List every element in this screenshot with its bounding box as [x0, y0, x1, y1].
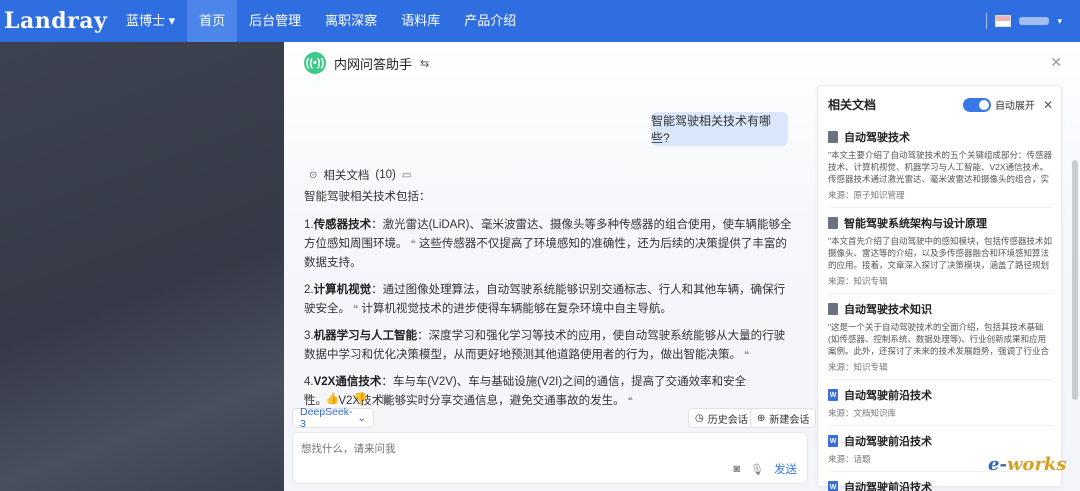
save-icon[interactable]: ▣ — [381, 392, 391, 405]
nav-item-insight[interactable]: 离职深察 — [313, 0, 389, 42]
nav-item-home[interactable]: 首页 — [187, 0, 238, 42]
plus-circle-icon: ⊕ — [757, 412, 766, 424]
close-icon[interactable]: ✕ — [1043, 98, 1053, 112]
chat-input[interactable] — [301, 443, 701, 455]
related-docs-panel: 相关文档 自动展开 ✕ 自动驾驶技术 "本文主要介绍了自动驾驶技术的五个关键组成… — [817, 85, 1062, 491]
scrollbar[interactable] — [1072, 160, 1078, 400]
chevron-down-icon: ⌄ — [357, 412, 366, 424]
send-button[interactable]: 发送 — [774, 461, 797, 477]
close-icon[interactable]: ✕ — [1050, 54, 1062, 71]
nav-item-corpus[interactable]: 语料库 — [389, 0, 452, 42]
history-button[interactable]: ◷ 历史会话 — [688, 408, 755, 428]
switch-icon[interactable]: ⇆ — [420, 57, 429, 70]
doc-list: 自动驾驶技术 "本文主要介绍了自动驾驶技术的五个关键组成部分：传感器技术、计算机… — [828, 122, 1053, 491]
auto-expand-label: 自动展开 — [994, 101, 1035, 112]
answer-intro: 智能驾驶相关技术包括： — [304, 191, 431, 203]
background-area — [0, 42, 284, 491]
answer-point: 2.计算机视觉：通过图像处理算法，自动驾驶系统能够识别交通标志、行人和其他车辆，… — [304, 284, 786, 315]
input-tools: ◙ 🎙 发送 — [733, 461, 797, 477]
answer-point: 1.传感器技术：激光雷达(LiDAR)、毫米波雷达、摄像头等多种传感器的组合使用… — [304, 219, 792, 269]
answer-actions: ⧉ 👍 👎 ▣ — [304, 392, 392, 405]
nav-item-products[interactable]: 产品介绍 — [452, 0, 528, 42]
citation-icon[interactable]: ❝ — [411, 239, 416, 250]
top-nav: Landray 蓝博士 ▾ 首页 后台管理 离职深察 语料库 产品介绍 ▾ — [0, 0, 1080, 42]
landray-logo[interactable]: Landray — [4, 8, 114, 34]
related-docs-toggle[interactable]: ⊙ 相关文档 (10) ▭ — [309, 167, 411, 183]
file-icon — [828, 131, 838, 143]
new-chat-button[interactable]: ⊕ 新建会话 — [750, 408, 817, 428]
citation-icon[interactable]: ❝ — [628, 396, 633, 407]
docs-header: 相关文档 自动展开 ✕ — [828, 96, 1053, 113]
chat-title: 内网问答助手 — [334, 56, 413, 72]
eworks-watermark: e-works — [988, 454, 1067, 475]
word-doc-icon: W — [828, 389, 838, 401]
citation-icon[interactable]: ❝ — [353, 304, 358, 315]
file-icon — [828, 303, 838, 315]
microphone-icon[interactable]: 🎙 — [750, 463, 764, 476]
avatar — [995, 15, 1012, 27]
model-select[interactable]: DeepSeek-3 ⌄ — [292, 406, 374, 430]
model-name: DeepSeek-3 — [300, 406, 353, 430]
assistant-icon: ((•)) — [304, 52, 326, 74]
thumbs-up-icon[interactable]: 👍 — [326, 392, 340, 405]
chevron-down-icon: ▾ — [1057, 15, 1062, 26]
file-icon — [828, 217, 838, 229]
docs-title: 相关文档 — [828, 98, 877, 112]
list-item[interactable]: 智能驾驶系统架构与设计原理 "本文首先介绍了自动驾驶中的感知模块，包括传感器技术… — [828, 208, 1053, 294]
camera-icon[interactable]: ◙ — [733, 463, 740, 475]
nav-divider — [986, 13, 988, 29]
related-docs-label: 相关文档 — [323, 170, 370, 182]
clock-icon: ◷ — [695, 412, 704, 424]
panel-icon: ▭ — [401, 169, 412, 181]
related-docs-count: (10) — [375, 169, 396, 181]
chat-input-box: ◙ 🎙 发送 — [292, 432, 808, 484]
user-message: 智能驾驶相关技术有哪些? — [651, 112, 788, 146]
word-doc-icon: W — [828, 481, 838, 491]
nav-item-lanboshi[interactable]: 蓝博士 ▾ — [114, 0, 187, 42]
list-item[interactable]: W 自动驾驶前沿技术 来源：文档知识库 — [828, 380, 1053, 426]
thumbs-down-icon[interactable]: 👎 — [354, 392, 368, 405]
user-menu[interactable]: ▾ — [986, 13, 1062, 29]
user-name-blurred — [1019, 17, 1050, 25]
list-item[interactable]: 自动驾驶技术 "本文主要介绍了自动驾驶技术的五个关键组成部分：传感器技术、计算机… — [828, 122, 1053, 208]
citation-icon[interactable]: ❝ — [744, 350, 749, 361]
list-item[interactable]: 自动驾驶技术知识 "这是一个关于自动驾驶技术的全面介绍，包括其技术基础(如传感器… — [828, 294, 1053, 380]
nav-item-admin[interactable]: 后台管理 — [237, 0, 313, 42]
word-doc-icon: W — [828, 435, 838, 447]
auto-expand-toggle[interactable] — [962, 97, 991, 112]
copy-icon[interactable]: ⧉ — [304, 392, 312, 405]
assistant-answer: 智能驾驶相关技术包括： 1.传感器技术：激光雷达(LiDAR)、毫米波雷达、摄像… — [304, 188, 794, 419]
collapse-icon: ⊙ — [309, 169, 318, 181]
chat-header: ((•)) 内网问答助手 ⇆ — [304, 52, 429, 74]
answer-point: 3.机器学习与人工智能：深度学习和强化学习等技术的应用，使自动驾驶系统能够从大量… — [304, 330, 786, 361]
